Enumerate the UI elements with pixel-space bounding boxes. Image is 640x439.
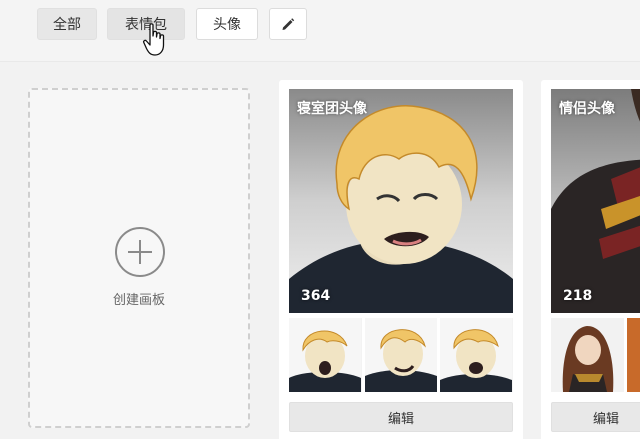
board-thumbnails xyxy=(289,318,514,392)
create-board-label: 创建画板 xyxy=(112,293,165,308)
board-title: 情侣头像 xyxy=(559,101,615,117)
cover-illustration xyxy=(289,89,513,313)
board-thumbnail[interactable] xyxy=(551,318,624,392)
board-thumbnail[interactable] xyxy=(289,318,362,392)
board-cover-image[interactable]: 寝室团头像 364 xyxy=(289,89,513,313)
filter-toolbar: 全部 表情包 头像 xyxy=(0,0,640,62)
cover-illustration xyxy=(551,89,640,313)
board-count: 218 xyxy=(563,288,593,304)
create-board-card[interactable]: 创建画板 xyxy=(28,88,250,428)
plus-circle-icon xyxy=(115,227,165,277)
board-edit-button[interactable]: 编辑 xyxy=(551,402,640,432)
filter-emoji-button[interactable]: 表情包 xyxy=(107,8,185,40)
board-thumbnail[interactable] xyxy=(364,318,438,392)
board-card[interactable]: 情侣头像 218 编辑 xyxy=(541,80,640,439)
board-title: 寝室团头像 xyxy=(297,101,367,117)
board-thumbnail[interactable] xyxy=(440,318,514,392)
board-thumbnails xyxy=(551,318,640,392)
pencil-icon xyxy=(282,18,295,30)
board-count: 364 xyxy=(301,288,331,304)
filter-all-button[interactable]: 全部 xyxy=(37,8,97,40)
filter-avatar-button[interactable]: 头像 xyxy=(196,8,258,40)
board-card[interactable]: 寝室团头像 364 编辑 xyxy=(279,80,523,439)
edit-filter-button[interactable] xyxy=(269,8,307,40)
board-edit-button[interactable]: 编辑 xyxy=(289,402,513,432)
board-cover-image[interactable]: 情侣头像 218 xyxy=(551,89,640,313)
board-thumbnail[interactable] xyxy=(627,318,640,392)
